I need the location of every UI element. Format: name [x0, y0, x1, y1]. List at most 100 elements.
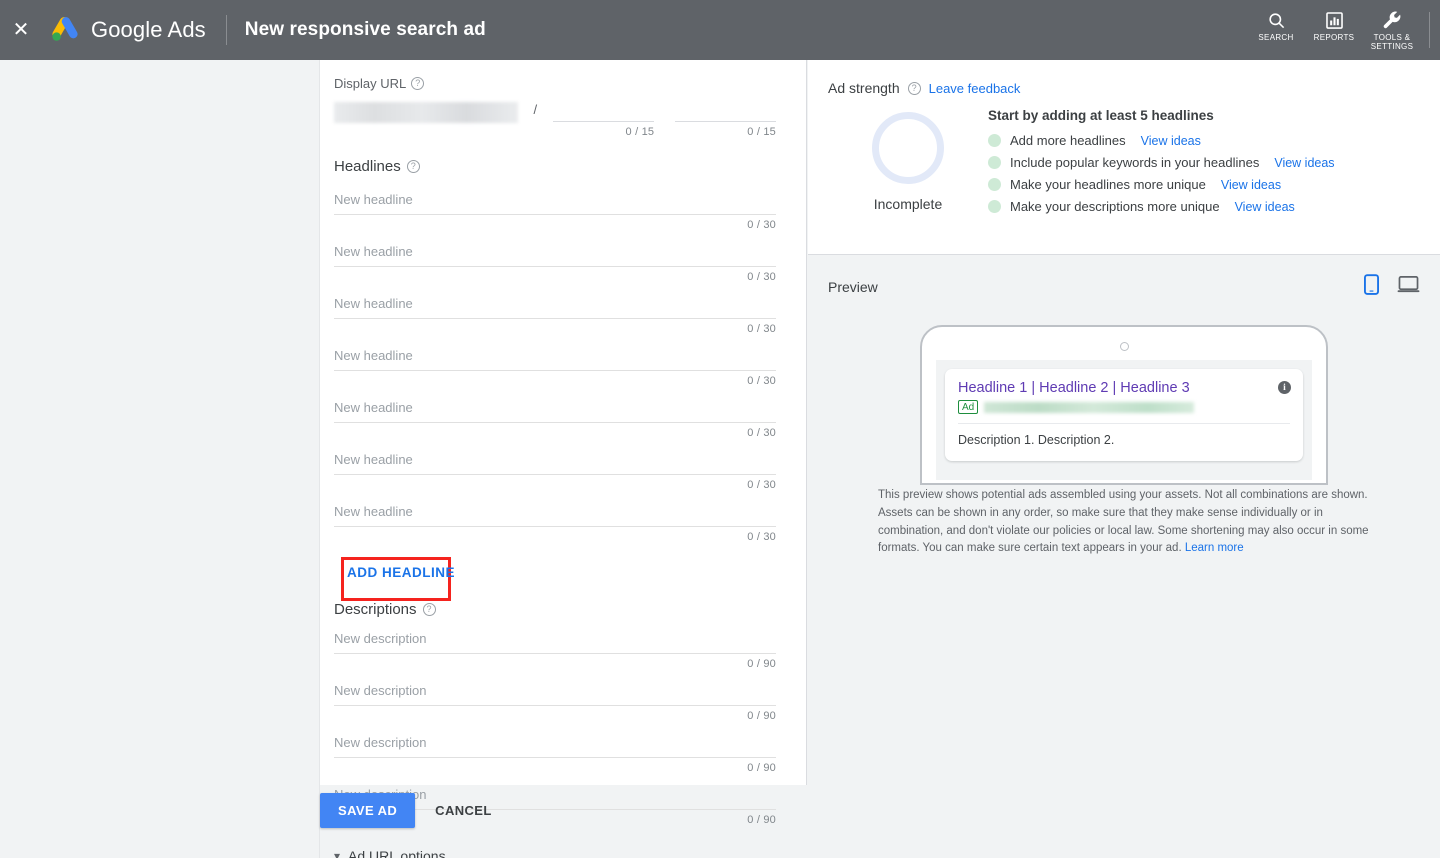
tip-row: Include popular keywords in your headlin… — [988, 155, 1420, 170]
view-ideas-link[interactable]: View ideas — [1235, 200, 1295, 214]
strength-ring-icon — [872, 112, 944, 184]
ad-preview-card: i Headline 1 | Headline 2 | Headline 3 A… — [945, 369, 1303, 461]
description-row: New description0 / 90 — [334, 618, 776, 670]
reports-button[interactable]: REPORTS — [1305, 0, 1363, 42]
headline-input[interactable]: New headline — [334, 504, 776, 526]
tip-status-dot-icon — [988, 178, 1001, 191]
help-icon[interactable]: ? — [423, 603, 436, 616]
display-url-label-text: Display URL — [334, 76, 406, 91]
cancel-button[interactable]: CANCEL — [435, 803, 492, 818]
headline-row: New headline0 / 30 — [334, 335, 776, 387]
headline-row: New headline0 / 30 — [334, 491, 776, 543]
headline-row: New headline0 / 30 — [334, 283, 776, 335]
desktop-icon — [1397, 275, 1420, 299]
headline-counter: 0 / 30 — [334, 527, 776, 543]
description-row: New description0 / 90 — [334, 722, 776, 774]
tip-text: Make your headlines more unique — [1010, 177, 1206, 192]
preview-disclaimer: This preview shows potential ads assembl… — [878, 487, 1370, 558]
ad-strength-card: Ad strength ? Leave feedback Incomplete … — [808, 60, 1440, 255]
disclaimer-text: This preview shows potential ads assembl… — [878, 489, 1369, 554]
wrench-icon — [1382, 9, 1402, 31]
left-rail — [0, 60, 320, 858]
tools-settings-button[interactable]: TOOLS &SETTINGS — [1363, 0, 1421, 51]
page-title: New responsive search ad — [245, 19, 486, 41]
reports-bar-chart-icon — [1325, 9, 1344, 31]
help-icon[interactable]: ? — [407, 160, 420, 173]
ad-form-card: Display URL ? / 0 / 15 0 / 15 Headlines … — [320, 60, 807, 785]
ad-strength-tips: Start by adding at least 5 headlines Add… — [988, 106, 1420, 221]
tips-title: Start by adding at least 5 headlines — [988, 108, 1420, 123]
description-input[interactable]: New description — [334, 631, 776, 653]
reports-label: REPORTS — [1314, 33, 1355, 42]
header-right-divider — [1429, 12, 1430, 48]
save-ad-button[interactable]: SAVE AD — [320, 793, 415, 828]
ad-preview-description: Description 1. Description 2. — [958, 433, 1290, 447]
headline-input[interactable]: New headline — [334, 452, 776, 474]
ad-strength-body: Incomplete Start by adding at least 5 he… — [828, 106, 1420, 221]
description-counter: 0 / 90 — [334, 654, 776, 670]
headline-input[interactable]: New headline — [334, 296, 776, 318]
mobile-preview-toggle[interactable] — [1364, 274, 1379, 300]
chevron-down-icon: ▾ — [334, 849, 340, 858]
ad-card-divider — [958, 423, 1290, 424]
headline-counter: 0 / 30 — [334, 267, 776, 283]
path1-counter: 0 / 15 — [553, 122, 654, 138]
add-headline-button[interactable]: ADD HEADLINE — [347, 565, 455, 580]
phone-screen: i Headline 1 | Headline 2 | Headline 3 A… — [936, 360, 1312, 480]
description-input[interactable]: New description — [334, 735, 776, 757]
headlines-section-title: Headlines ? — [334, 158, 776, 175]
learn-more-link[interactable]: Learn more — [1185, 542, 1244, 554]
headline-input[interactable]: New headline — [334, 244, 776, 266]
help-icon[interactable]: ? — [908, 82, 921, 95]
desktop-preview-toggle[interactable] — [1397, 275, 1420, 299]
phone-camera-icon — [1120, 342, 1129, 351]
display-url-domain-field[interactable] — [334, 102, 518, 123]
ad-url-options-toggle[interactable]: ▾ Ad URL options — [334, 848, 776, 858]
view-ideas-link[interactable]: View ideas — [1274, 156, 1334, 170]
add-headline-wrap: ADD HEADLINE — [334, 555, 776, 593]
mobile-icon — [1364, 274, 1379, 300]
tip-text: Make your descriptions more unique — [1010, 199, 1220, 214]
search-button[interactable]: SEARCH — [1247, 0, 1305, 42]
path2-input[interactable] — [675, 100, 776, 122]
tip-status-dot-icon — [988, 156, 1001, 169]
display-url-label: Display URL ? — [334, 76, 776, 91]
headline-counter: 0 / 30 — [334, 371, 776, 387]
tip-row: Make your headlines more unique View idea… — [988, 177, 1420, 192]
ad-preview-url-row: Ad — [958, 400, 1290, 414]
headline-input[interactable]: New headline — [334, 400, 776, 422]
headline-counter: 0 / 30 — [334, 215, 776, 231]
ad-strength-gauge: Incomplete — [828, 106, 988, 221]
close-icon[interactable]: ✕ — [6, 15, 36, 45]
headline-row: New headline0 / 30 — [334, 179, 776, 231]
descriptions-title-text: Descriptions — [334, 601, 417, 618]
headline-row: New headline0 / 30 — [334, 387, 776, 439]
display-url-row: / 0 / 15 0 / 15 — [334, 100, 776, 138]
ad-strength-title: Ad strength — [828, 80, 900, 96]
headline-counter: 0 / 30 — [334, 475, 776, 491]
headline-input[interactable]: New headline — [334, 192, 776, 214]
descriptions-section-title: Descriptions ? — [334, 601, 776, 618]
headline-list: New headline0 / 30New headline0 / 30New … — [334, 179, 776, 543]
tip-row: Make your descriptions more unique View i… — [988, 199, 1420, 214]
view-ideas-link[interactable]: View ideas — [1141, 134, 1201, 148]
app-header: ✕ Google Ads New responsive search ad SE… — [0, 0, 1440, 60]
headline-row: New headline0 / 30 — [334, 231, 776, 283]
headline-input[interactable]: New headline — [334, 348, 776, 370]
path1-input[interactable] — [553, 100, 654, 122]
description-input[interactable]: New description — [334, 683, 776, 705]
headline-row: New headline0 / 30 — [334, 439, 776, 491]
tip-status-dot-icon — [988, 200, 1001, 213]
help-icon[interactable]: ? — [411, 77, 424, 90]
url-path-separator: / — [518, 100, 554, 117]
tools-settings-label: TOOLS &SETTINGS — [1371, 33, 1413, 51]
search-label: SEARCH — [1258, 33, 1293, 42]
description-counter: 0 / 90 — [334, 706, 776, 722]
tip-text: Add more headlines — [1010, 133, 1126, 148]
info-icon[interactable]: i — [1278, 381, 1291, 394]
leave-feedback-link[interactable]: Leave feedback — [929, 81, 1021, 96]
ad-preview-headline[interactable]: Headline 1 | Headline 2 | Headline 3 — [958, 380, 1290, 397]
description-counter: 0 / 90 — [334, 758, 776, 774]
headline-counter: 0 / 30 — [334, 319, 776, 335]
view-ideas-link[interactable]: View ideas — [1221, 178, 1281, 192]
